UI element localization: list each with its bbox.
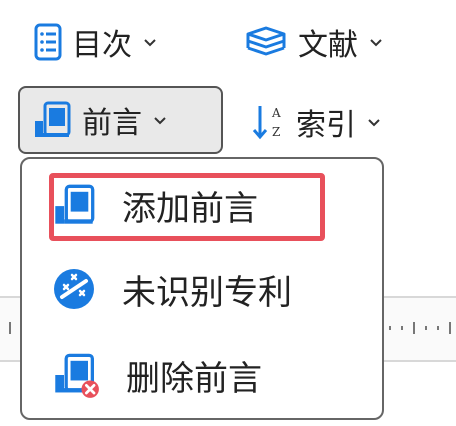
sort-az-icon: A Z — [252, 102, 286, 142]
svg-text:A: A — [271, 106, 281, 120]
delete-preface-label: 删除前言 — [126, 358, 262, 399]
unrecognized-patent-icon — [52, 267, 96, 311]
unrecognized-patent-menu-item[interactable]: 未识别专利 — [52, 259, 292, 319]
svg-text:Z: Z — [272, 125, 280, 139]
book-add-icon — [52, 183, 96, 227]
references-label: 文献 — [298, 28, 358, 63]
toc-button[interactable]: 目次 — [34, 20, 158, 64]
delete-preface-menu-item[interactable]: 删除前言 — [52, 345, 262, 405]
preface-button[interactable]: 前言 — [18, 86, 223, 154]
unrecognized-patent-label: 未识别专利 — [122, 272, 292, 313]
chevron-down-icon — [368, 34, 384, 50]
preface-label: 前言 — [82, 106, 142, 141]
add-preface-menu-item[interactable]: 添加前言 — [52, 175, 258, 235]
book-icon — [32, 100, 72, 140]
preface-dropdown-menu: 添加前言 未识别专利 删除前言 — [20, 157, 384, 420]
books-stack-icon — [244, 24, 288, 60]
index-label: 索引 — [296, 108, 356, 143]
toc-label: 目次 — [72, 28, 132, 63]
add-preface-label: 添加前言 — [122, 188, 258, 229]
chevron-down-icon — [366, 114, 382, 130]
chevron-down-icon — [142, 34, 158, 50]
references-button[interactable]: 文献 — [244, 20, 384, 64]
index-button[interactable]: A Z 索引 — [252, 100, 382, 144]
table-of-contents-icon — [34, 23, 62, 61]
chevron-down-icon — [152, 112, 168, 128]
book-delete-icon — [52, 352, 100, 398]
